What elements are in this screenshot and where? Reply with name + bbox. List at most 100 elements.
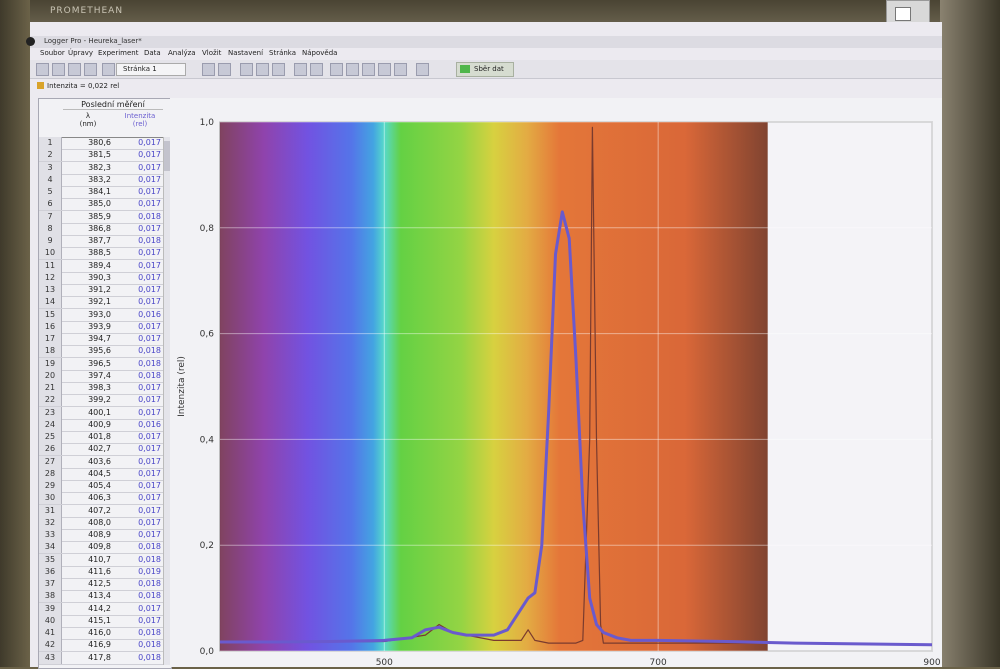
- examine-icon[interactable]: [294, 63, 307, 76]
- table-row[interactable]: 30 406,3 0,017: [39, 492, 171, 506]
- row-number: 9: [39, 235, 62, 247]
- table-row[interactable]: 9 387,7 0,018: [39, 235, 171, 248]
- intensity-cell: 0,017: [138, 272, 161, 282]
- table-row[interactable]: 1 380,6 0,017: [39, 137, 171, 150]
- menu-nastaveni[interactable]: Nastavení: [228, 49, 263, 57]
- table-row[interactable]: 31 407,2 0,017: [39, 504, 171, 518]
- menu-data[interactable]: Data: [144, 49, 161, 57]
- curve-fit-icon[interactable]: [378, 63, 391, 76]
- table-row[interactable]: 5 384,1 0,017: [39, 186, 171, 199]
- table-row[interactable]: 22 399,2 0,017: [39, 394, 171, 408]
- menu-stranka[interactable]: Stránka: [269, 49, 296, 57]
- table-row[interactable]: 28 404,5 0,017: [39, 467, 171, 481]
- table-row[interactable]: 32 408,0 0,017: [39, 516, 171, 530]
- table-row[interactable]: 38 413,4 0,018: [39, 590, 171, 604]
- table-row[interactable]: 21 398,3 0,017: [39, 382, 171, 395]
- wavelength-cell: 393,9: [88, 321, 111, 331]
- column-name: λ: [85, 112, 91, 120]
- table-row[interactable]: 39 414,2 0,017: [39, 602, 171, 616]
- text-tool-icon[interactable]: [240, 63, 253, 76]
- collect-button[interactable]: Sběr dat: [456, 62, 514, 77]
- table-row[interactable]: 40 415,1 0,017: [39, 614, 171, 628]
- table-row[interactable]: 25 401,8 0,017: [39, 431, 171, 444]
- wavelength-cell: 382,3: [88, 162, 111, 172]
- table-row[interactable]: 43 417,8 0,018: [39, 651, 171, 665]
- row-number: 40: [39, 614, 62, 627]
- data-table: Poslední měření λ (nm) Intenzita (rel) 1 38…: [38, 98, 172, 669]
- page-back-icon[interactable]: [102, 63, 115, 76]
- table-group-header: Poslední měření: [63, 100, 163, 110]
- table-row[interactable]: 16 393,9 0,017: [39, 320, 171, 334]
- table-icon[interactable]: [202, 63, 215, 76]
- menu-vlozit[interactable]: Vložit: [202, 49, 221, 57]
- table-row[interactable]: 37 412,5 0,018: [39, 578, 171, 591]
- table-row[interactable]: 24 400,9 0,016: [39, 418, 171, 432]
- table-row[interactable]: 42 416,9 0,018: [39, 639, 171, 653]
- zoom-out-icon[interactable]: [272, 63, 285, 76]
- graph-panel[interactable]: 0,00,20,40,60,81,0500700900Vlnová délka …: [170, 98, 942, 667]
- page-selector[interactable]: Stránka 1: [116, 63, 186, 76]
- menu-upravy[interactable]: Úpravy: [68, 49, 93, 57]
- integral-icon[interactable]: [346, 63, 359, 76]
- table-row[interactable]: 17 394,7 0,017: [39, 333, 171, 346]
- table-row[interactable]: 18 395,6 0,018: [39, 345, 171, 359]
- y-axis-label: Intenzita (rel): [177, 356, 187, 417]
- table-row[interactable]: 6 385,0 0,017: [39, 198, 171, 212]
- row-number: 5: [39, 186, 62, 198]
- table-row[interactable]: 29 405,4 0,017: [39, 480, 171, 493]
- table-row[interactable]: 3 382,3 0,017: [39, 161, 171, 175]
- row-number: 32: [39, 516, 62, 529]
- table-row[interactable]: 41 416,0 0,018: [39, 627, 171, 640]
- column-header-intensity[interactable]: Intenzita (rel): [115, 112, 165, 128]
- table-row[interactable]: 34 409,8 0,018: [39, 541, 171, 555]
- table-row[interactable]: 10 388,5 0,017: [39, 247, 171, 261]
- table-row[interactable]: 7 385,9 0,018: [39, 210, 171, 224]
- table-row[interactable]: 36 411,6 0,019: [39, 565, 171, 579]
- table-row[interactable]: 4 383,2 0,017: [39, 173, 171, 187]
- zoom-in-icon[interactable]: [256, 63, 269, 76]
- wavelength-cell: 399,2: [88, 395, 111, 405]
- fft-icon[interactable]: [394, 63, 407, 76]
- stats-icon[interactable]: [330, 63, 343, 76]
- graph-icon[interactable]: [218, 63, 231, 76]
- table-row[interactable]: 35 410,7 0,018: [39, 553, 171, 567]
- x-tick-label: 500: [376, 658, 393, 667]
- table-row[interactable]: 27 403,6 0,017: [39, 455, 171, 469]
- linear-fit-icon[interactable]: [362, 63, 375, 76]
- menu-napoveda[interactable]: Nápověda: [302, 49, 337, 57]
- sensor-setup-icon[interactable]: [416, 63, 429, 76]
- intensity-cell: 0,018: [138, 591, 161, 601]
- column-header-lambda[interactable]: λ (nm): [63, 112, 113, 128]
- table-row[interactable]: 33 408,9 0,017: [39, 529, 171, 542]
- print-icon[interactable]: [84, 63, 97, 76]
- table-row[interactable]: 19 396,5 0,018: [39, 357, 171, 371]
- table-row[interactable]: 23 400,1 0,017: [39, 406, 171, 420]
- board-brand: PROMETHEAN: [50, 6, 124, 16]
- intensity-cell: 0,018: [138, 579, 161, 588]
- new-file-icon[interactable]: [36, 63, 49, 76]
- table-row[interactable]: 26 402,7 0,017: [39, 443, 171, 457]
- open-folder-icon[interactable]: [52, 63, 65, 76]
- y-tick-label: 0,6: [200, 330, 215, 340]
- menu-soubor[interactable]: Soubor: [40, 49, 65, 57]
- table-row[interactable]: 14 392,1 0,017: [39, 296, 171, 310]
- table-row[interactable]: 11 389,4 0,017: [39, 259, 171, 273]
- table-row[interactable]: 12 390,3 0,017: [39, 271, 171, 285]
- intensity-cell: 0,017: [138, 248, 161, 258]
- menu-analyza[interactable]: Analýza: [168, 49, 196, 57]
- table-row[interactable]: 13 391,2 0,017: [39, 284, 171, 297]
- intensity-cell: 0,017: [138, 468, 161, 478]
- table-row[interactable]: 8 386,8 0,017: [39, 222, 171, 236]
- table-row[interactable]: 20 397,4 0,018: [39, 369, 171, 383]
- row-number: 19: [39, 357, 62, 370]
- menu-experiment[interactable]: Experiment: [98, 49, 138, 57]
- table-row[interactable]: 2 381,5 0,017: [39, 149, 171, 163]
- save-icon[interactable]: [68, 63, 81, 76]
- table-row[interactable]: 15 393,0 0,016: [39, 308, 171, 322]
- app-window: Logger Pro - Heureka_laser* Soubor Úprav…: [26, 22, 942, 669]
- wavelength-cell: 400,9: [88, 419, 111, 429]
- wavelength-cell: 395,6: [88, 346, 111, 356]
- spectrum-chart[interactable]: 0,00,20,40,60,81,0500700900Vlnová délka …: [170, 98, 942, 667]
- wavelength-cell: 387,7: [88, 236, 111, 245]
- tangent-icon[interactable]: [310, 63, 323, 76]
